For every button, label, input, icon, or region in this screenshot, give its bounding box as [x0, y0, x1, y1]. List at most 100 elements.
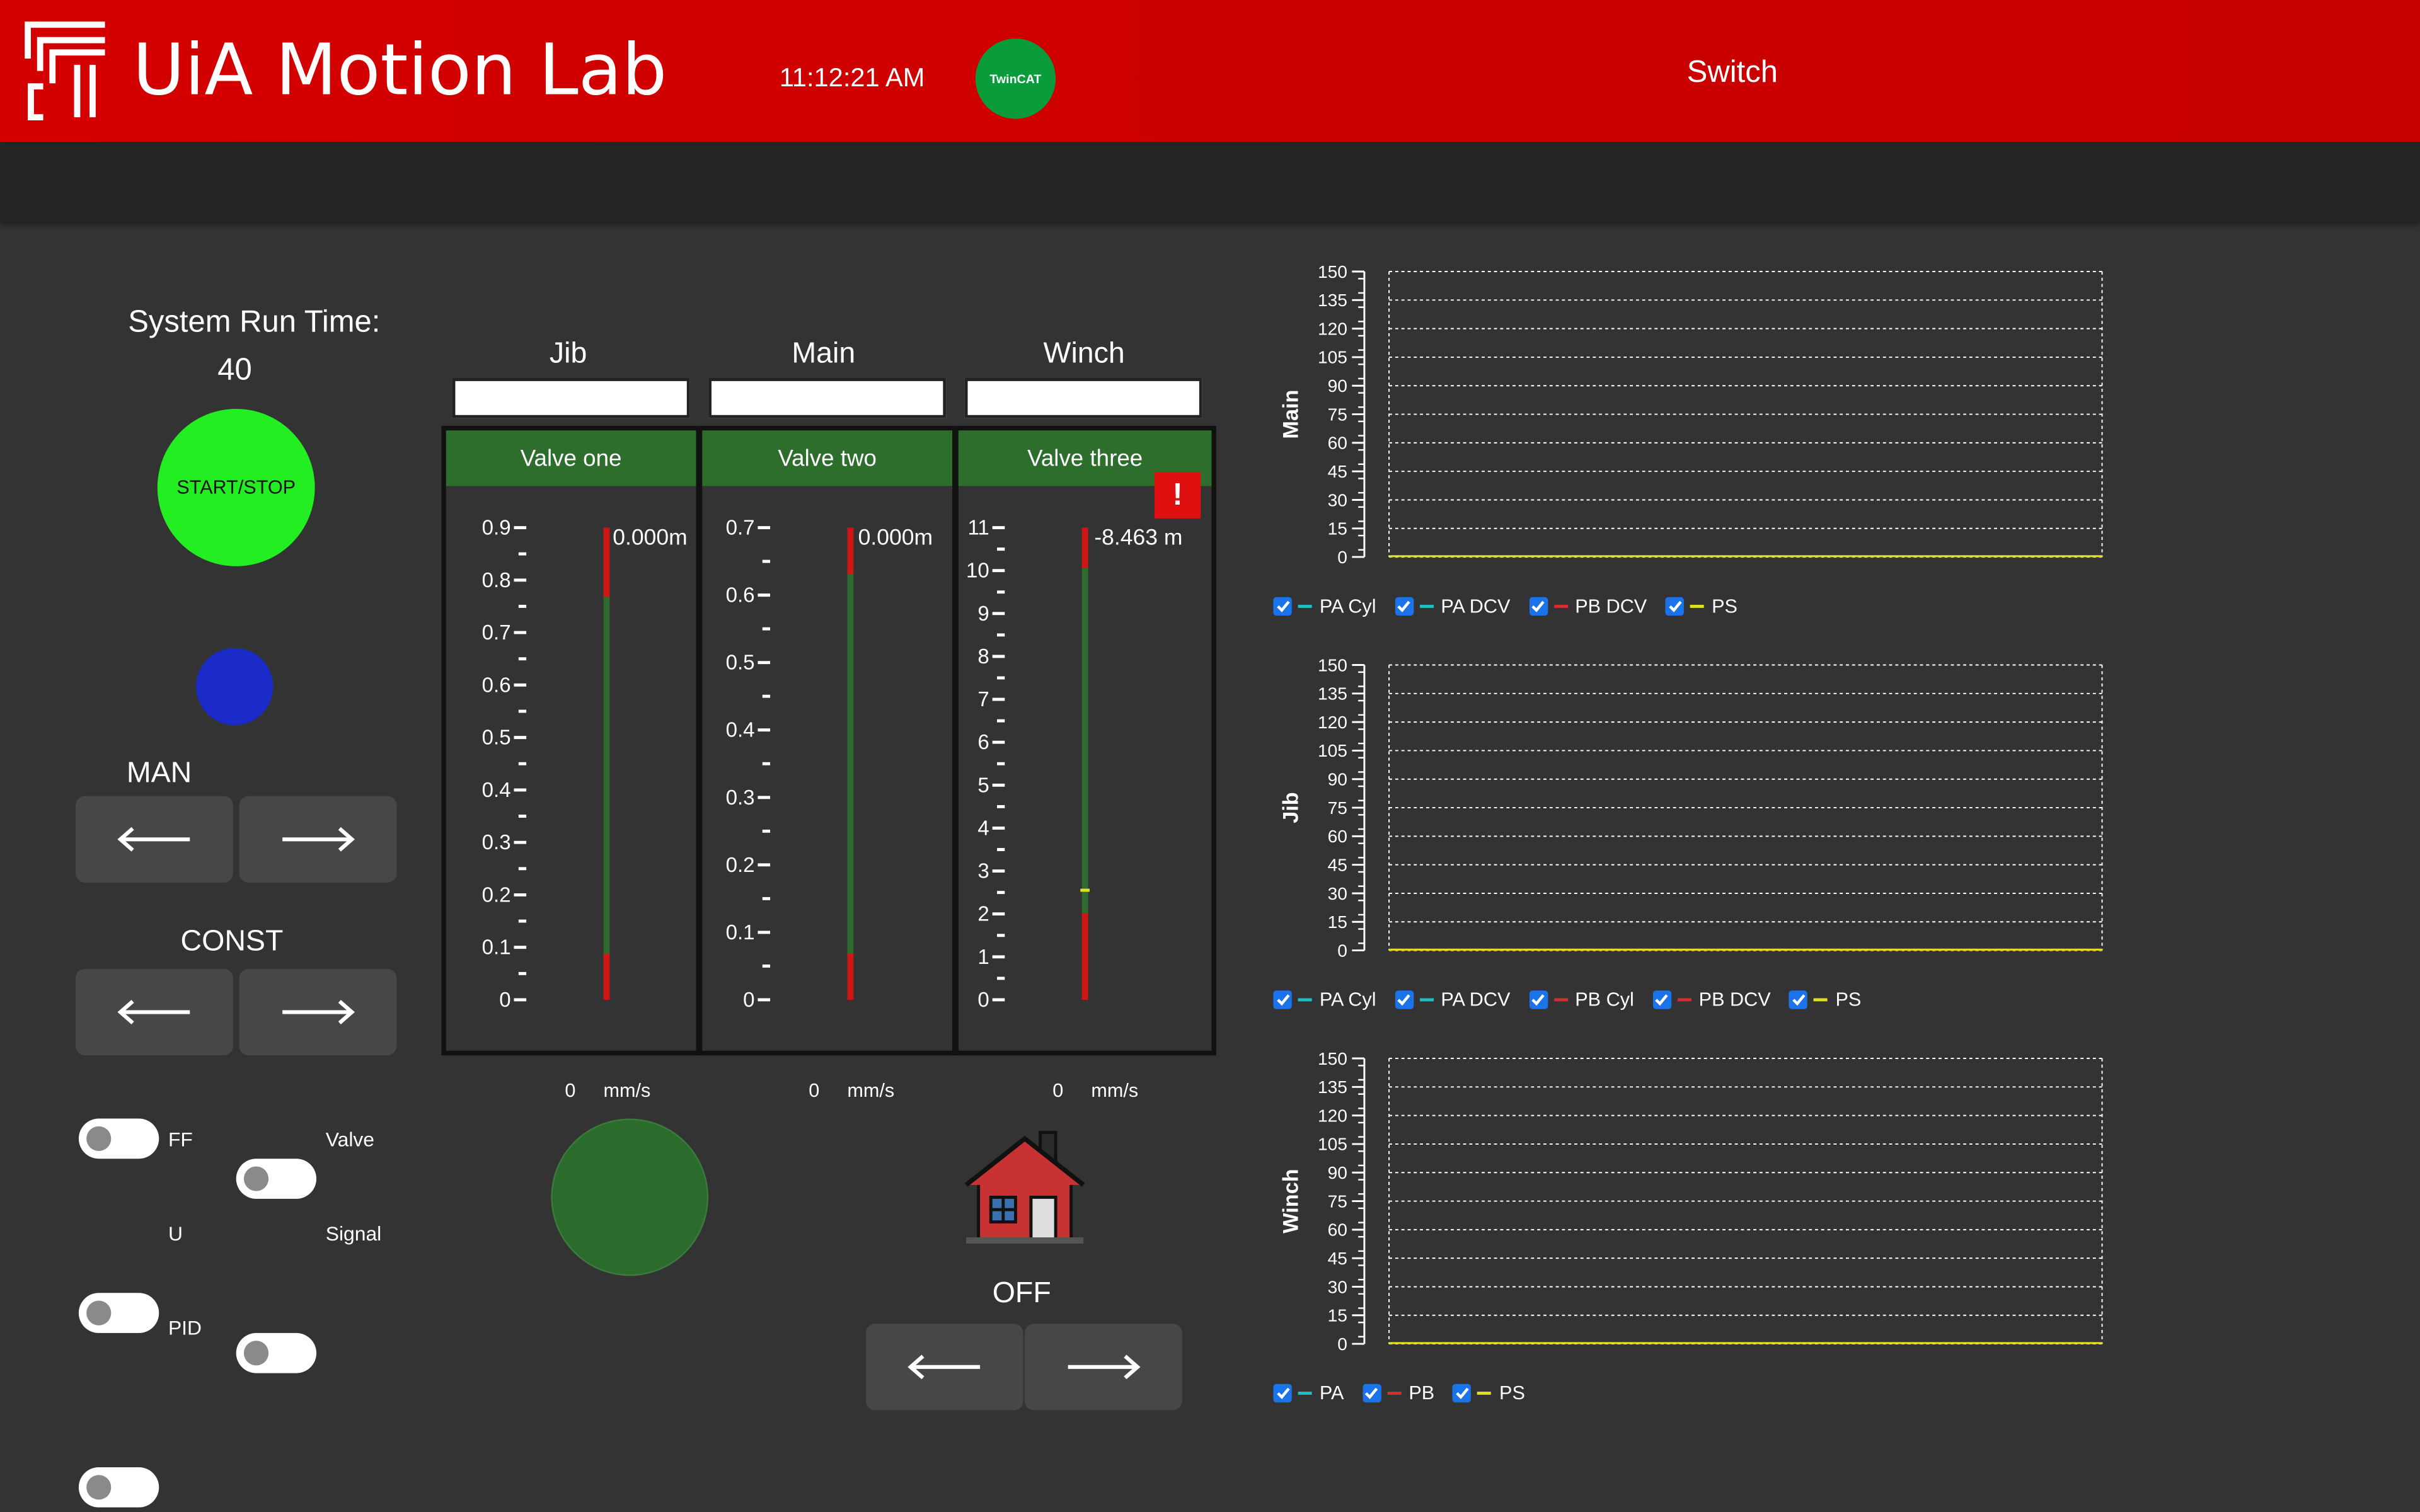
gauge-tick-label: 6	[977, 731, 989, 754]
gauge-upper-limit	[603, 527, 610, 597]
run-time-label: System Run Time:	[128, 305, 381, 340]
checkbox-icon[interactable]	[1362, 1383, 1381, 1403]
house-icon[interactable]	[963, 1130, 1086, 1247]
legend-item[interactable]: PB Cyl	[1528, 988, 1634, 1011]
legend-item[interactable]: PS	[1665, 595, 1737, 617]
checkbox-icon[interactable]	[1394, 597, 1414, 616]
checkbox-icon[interactable]	[1789, 990, 1808, 1009]
gauge-tick-label: 0.2	[726, 854, 755, 877]
winch-title: Winch	[1043, 338, 1125, 370]
checkbox-icon[interactable]	[1273, 597, 1292, 616]
gauge-bar	[847, 527, 854, 1000]
valve-one-gauge: 0.9 0.8 0.7 0.6 0.5 0.4 0.3 0.2 0.1 0	[482, 517, 610, 1012]
toggle-ff[interactable]	[78, 1118, 159, 1159]
legend-item[interactable]: PS	[1789, 989, 1861, 1011]
home-left-button[interactable]	[865, 1324, 1023, 1411]
chart-tick-label: 90	[1328, 376, 1347, 396]
winch-input[interactable]	[964, 378, 1202, 418]
legend-item[interactable]: PA DCV	[1394, 989, 1510, 1011]
legend-swatch	[1419, 998, 1434, 1002]
legend-item[interactable]: PB DCV	[1528, 595, 1647, 617]
const-left-button[interactable]	[76, 968, 233, 1056]
toggle-valve-label: Valve	[325, 1128, 375, 1151]
chart-tick-label: 135	[1318, 1077, 1347, 1097]
gauge-tick-label: 3	[977, 860, 989, 883]
toggle-signal[interactable]	[236, 1332, 317, 1373]
legend-item[interactable]: PB	[1362, 1382, 1435, 1404]
checkbox-icon[interactable]	[1394, 990, 1414, 1009]
gauge-lower-limit	[847, 953, 854, 1000]
chart-tick-label: 75	[1328, 404, 1347, 424]
checkbox-icon[interactable]	[1273, 990, 1292, 1009]
valve-two-gauge: 0.7 0.6 0.5 0.4 0.3 0.2 0.1 0	[726, 517, 854, 1012]
gauge-tick-label: 0.6	[482, 673, 511, 697]
gauge-tick-label: 0.4	[726, 719, 755, 742]
legend-swatch	[1298, 998, 1312, 1002]
legend-item[interactable]: PA Cyl	[1273, 595, 1376, 617]
chart-tick-label: 120	[1318, 319, 1347, 338]
legend-label: PS	[1712, 595, 1737, 617]
gauge-lower-limit	[603, 953, 610, 1000]
gauge-tick-label: 10	[966, 559, 989, 583]
chart-tick-label: 135	[1318, 290, 1347, 310]
gauge-tick-label: 0.6	[726, 584, 755, 607]
toggle-pid[interactable]	[78, 1467, 159, 1508]
twincat-button[interactable]: TwinCAT	[975, 38, 1056, 119]
chart-tick-label: 0	[1337, 1334, 1347, 1354]
checkbox-icon[interactable]	[1453, 1383, 1472, 1403]
man-left-button[interactable]	[76, 796, 233, 883]
legend-label: PB DCV	[1698, 988, 1771, 1011]
legend-item[interactable]: PA	[1273, 1382, 1344, 1404]
legend-label: PB Cyl	[1575, 988, 1634, 1011]
chart-tick-label: 120	[1318, 713, 1347, 732]
chart-tick-label: 75	[1328, 1191, 1347, 1211]
arrow-right-icon	[282, 1000, 355, 1024]
home-right-button[interactable]	[1025, 1324, 1182, 1411]
valve-three-readout: -8.463 m	[1094, 526, 1183, 551]
chart-tick-label: 150	[1318, 655, 1347, 675]
const-label: CONST	[180, 925, 284, 958]
brand-name: UiA Motion Lab	[132, 28, 667, 112]
gauge-tick-label: 2	[977, 903, 989, 926]
legend-label: PB	[1409, 1382, 1435, 1404]
chart-tick-label: 60	[1328, 827, 1347, 846]
chart-tick-label: 90	[1328, 1163, 1347, 1183]
legend-item[interactable]: PA DCV	[1394, 595, 1511, 617]
const-right-button[interactable]	[239, 968, 397, 1056]
checkbox-icon[interactable]	[1528, 597, 1548, 616]
gauge-tick-label: 0.7	[482, 621, 511, 644]
legend-swatch	[1814, 998, 1828, 1002]
legend-label: PA	[1319, 1382, 1344, 1404]
toggle-u-label: U	[168, 1222, 183, 1246]
man-label: MAN	[126, 757, 192, 790]
chart-y-axis-label: Main	[1279, 390, 1303, 439]
valve-one-readout: 0.000m	[613, 526, 688, 551]
legend-item[interactable]: PB DCV	[1652, 988, 1771, 1011]
toggle-valve[interactable]	[236, 1159, 317, 1199]
arrow-left-icon	[117, 1000, 190, 1024]
twincat-label: TwinCAT	[989, 71, 1042, 86]
chart-y-axis-label: Jib	[1279, 792, 1303, 823]
checkbox-icon[interactable]	[1652, 990, 1671, 1009]
jib-title: Jib	[549, 338, 587, 370]
gauge-bar	[603, 527, 610, 1000]
man-right-button[interactable]	[239, 796, 397, 883]
jib-input[interactable]	[452, 378, 690, 418]
toggle-u[interactable]	[78, 1293, 159, 1333]
main-pressure-chart: Main1501351201059075604530150	[1279, 262, 2103, 567]
chart-tick-label: 150	[1318, 262, 1347, 282]
switch-button[interactable]: Switch	[1687, 55, 1778, 91]
gauge-tick-label: 5	[977, 774, 989, 797]
chart-tick-label: 45	[1328, 855, 1347, 874]
exclamation-icon[interactable]: !	[1154, 472, 1201, 518]
start-stop-button[interactable]: START/STOP	[157, 408, 315, 566]
arrow-left-icon	[117, 827, 190, 852]
checkbox-icon[interactable]	[1665, 597, 1685, 616]
main-input[interactable]	[708, 378, 947, 418]
legend-item[interactable]: PA Cyl	[1273, 989, 1376, 1011]
legend-item[interactable]: PS	[1453, 1382, 1525, 1404]
checkbox-icon[interactable]	[1273, 1383, 1292, 1403]
legend-label: PB DCV	[1575, 595, 1647, 617]
checkbox-icon[interactable]	[1528, 990, 1548, 1009]
legend-label: PA DCV	[1441, 595, 1511, 617]
